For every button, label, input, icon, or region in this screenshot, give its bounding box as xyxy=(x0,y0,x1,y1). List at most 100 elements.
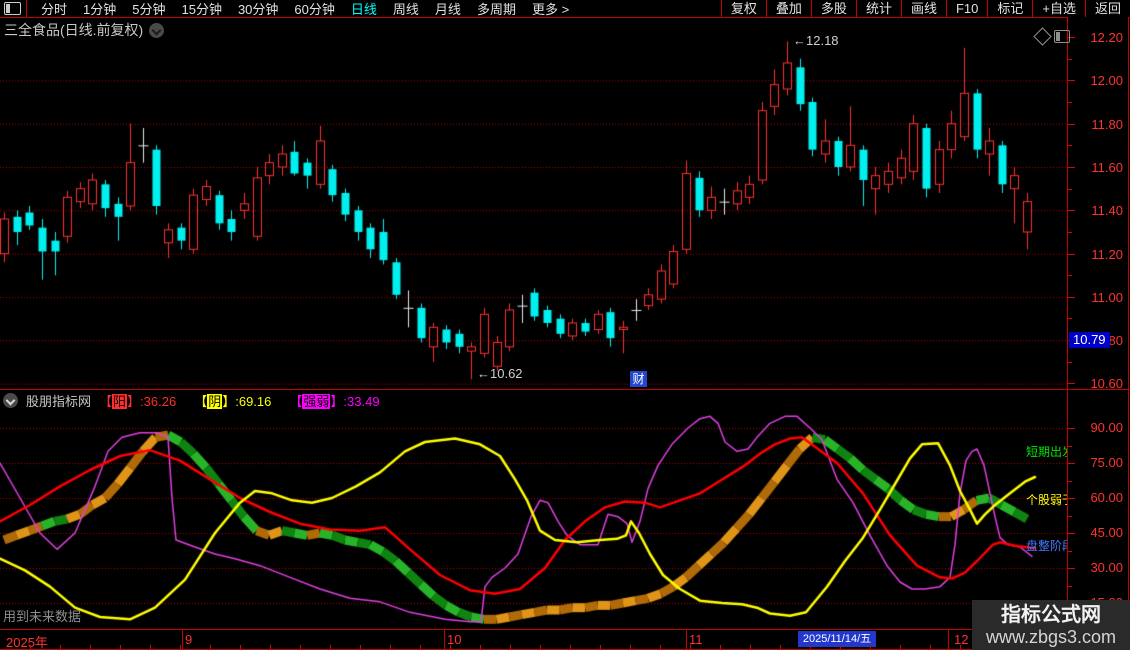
window-split-icon[interactable] xyxy=(1054,30,1070,43)
week-tick xyxy=(150,645,151,649)
watermark-title: 指标公式网 xyxy=(1001,604,1101,626)
indicator-axis-label: 45.00 xyxy=(1090,525,1123,540)
diamond-icon[interactable] xyxy=(1033,27,1052,46)
axis-tick xyxy=(1068,231,1072,233)
menu-item-+自选[interactable]: +自选 xyxy=(1032,0,1085,17)
app-window: 分时 1分钟 5分钟 15分钟 30分钟 60分钟 日线 周线 月线 多周期 更多 > 复权 叠加 多股… xyxy=(0,0,1130,650)
axis-tick xyxy=(1068,58,1072,60)
axis-tick xyxy=(1068,188,1072,190)
indicator-collapse-icon[interactable] xyxy=(3,393,18,408)
menu-item-返回[interactable]: 返回 xyxy=(1084,0,1130,17)
axis-tick xyxy=(1068,463,1075,464)
price-axis-label: 11.60 xyxy=(1091,159,1123,175)
week-tick xyxy=(180,645,181,649)
toolbar-divider xyxy=(26,0,27,17)
week-tick xyxy=(660,645,661,649)
axis-tick xyxy=(1068,123,1075,125)
axis-tick xyxy=(1068,533,1075,534)
price-axis-label: 12.00 xyxy=(1090,73,1123,89)
week-tick xyxy=(840,645,841,649)
month-separator xyxy=(182,630,183,649)
price-axis-label: 12.20 xyxy=(1090,30,1123,45)
month-separator xyxy=(948,630,949,649)
highlighted-price-badge: 10.79 xyxy=(1069,332,1110,348)
price-axis-label: 11.80 xyxy=(1091,116,1123,132)
indicator-name: 股朋指标网 xyxy=(26,394,92,409)
price-axis-label: 11.20 xyxy=(1091,246,1123,262)
watermark: 指标公式网 www.zbgs3.com xyxy=(972,600,1130,650)
price-axis: 12.2012.0011.8011.6011.4011.2011.0010.80… xyxy=(1068,17,1129,391)
menu-item-叠加[interactable]: 叠加 xyxy=(765,0,811,17)
signal-label-3: 盘整阶段 xyxy=(1026,539,1067,553)
menu-item-统计[interactable]: 统计 xyxy=(855,0,901,17)
period-tab-更多 >[interactable]: 更多 > xyxy=(524,2,577,17)
week-tick xyxy=(360,645,361,649)
future-data-note: 用到未来数据 xyxy=(3,609,82,624)
window-right-border xyxy=(1128,17,1129,650)
axis-tick xyxy=(1068,296,1075,298)
menu-item-标记[interactable]: 标记 xyxy=(987,0,1032,17)
axis-tick xyxy=(1068,145,1072,147)
top-toolbar: 分时 1分钟 5分钟 15分钟 30分钟 60分钟 日线 周线 月线 多周期 更多 > 复权 叠加 多股… xyxy=(0,0,1130,18)
time-axis: 2025年 2025/11/14/五 9 10 11 12 xyxy=(0,629,1130,650)
indicator-axis-label: 30.00 xyxy=(1090,560,1123,575)
menu-item-复权[interactable]: 复权 xyxy=(720,0,766,17)
period-tab-分时[interactable]: 分时 xyxy=(33,2,75,17)
period-menu: 分时 1分钟 5分钟 15分钟 30分钟 60分钟 日线 周线 月线 多周期 更多 > xyxy=(33,0,577,18)
week-tick xyxy=(810,645,811,649)
axis-tick xyxy=(1068,80,1075,82)
period-tab-30分钟[interactable]: 30分钟 xyxy=(230,2,286,17)
indicator-chart-canvas[interactable] xyxy=(0,410,1067,628)
week-tick xyxy=(930,645,931,649)
period-tab-日线[interactable]: 日线 xyxy=(343,2,385,17)
month-separator xyxy=(686,630,687,649)
indicator-values: 【阳】:36.26 【阴】:69.16 【强弱】:33.49 xyxy=(99,391,380,410)
axis-tick xyxy=(1068,568,1075,569)
indicator-axis-label: 90.00 xyxy=(1090,420,1123,435)
month-separator xyxy=(444,630,445,649)
period-tab-月线[interactable]: 月线 xyxy=(427,2,469,17)
indicator-field-阴: 【阴】:69.16 xyxy=(194,394,272,409)
menu-item-画线[interactable]: 画线 xyxy=(900,0,946,17)
week-tick xyxy=(750,645,751,649)
week-tick xyxy=(870,645,871,649)
week-tick xyxy=(540,645,541,649)
signal-label-2: 个股弱于 xyxy=(1026,493,1067,507)
chart-right-border xyxy=(1067,17,1068,648)
layout-split-icon[interactable] xyxy=(4,2,21,15)
indicator-field-阳: 【阳】:36.26 xyxy=(99,394,177,409)
kline-chart-canvas[interactable] xyxy=(0,17,1067,389)
period-tab-1分钟[interactable]: 1分钟 xyxy=(75,2,124,17)
week-tick xyxy=(630,645,631,649)
week-tick xyxy=(960,645,961,649)
period-tab-15分钟[interactable]: 15分钟 xyxy=(173,2,229,17)
axis-tick xyxy=(1068,445,1072,447)
axis-tick xyxy=(1068,361,1072,363)
week-tick xyxy=(690,645,691,649)
period-tab-60分钟[interactable]: 60分钟 xyxy=(286,2,342,17)
title-chevron-down-icon[interactable] xyxy=(149,22,165,38)
week-tick xyxy=(600,645,601,649)
week-tick xyxy=(480,645,481,649)
week-tick xyxy=(390,645,391,649)
period-tab-多周期[interactable]: 多周期 xyxy=(469,2,524,17)
watermark-url: www.zbgs3.com xyxy=(985,627,1117,647)
action-menu: 复权 叠加 多股 统计 画线 F10 标记 +自选 返回 xyxy=(720,0,1130,17)
period-tab-周线[interactable]: 周线 xyxy=(385,2,427,17)
axis-tick xyxy=(1068,498,1075,499)
week-tick xyxy=(420,645,421,649)
month-label-9: 9 xyxy=(185,632,193,647)
period-tab-5分钟[interactable]: 5分钟 xyxy=(124,2,173,17)
menu-item-多股[interactable]: 多股 xyxy=(810,0,856,17)
axis-tick xyxy=(1068,383,1075,385)
month-label-11: 11 xyxy=(689,632,703,647)
week-tick xyxy=(240,645,241,649)
chart-title-row: 三全食品(日线.前复权) xyxy=(4,20,165,40)
week-tick xyxy=(90,645,91,649)
financial-report-badge[interactable]: 财 xyxy=(630,371,647,387)
week-tick xyxy=(720,645,721,649)
year-label: 2025年 xyxy=(6,635,48,650)
indicator-panel: 短期出发个股弱于盘整阶段 xyxy=(0,410,1067,628)
menu-item-F10[interactable]: F10 xyxy=(945,0,987,17)
axis-tick xyxy=(1068,318,1072,320)
